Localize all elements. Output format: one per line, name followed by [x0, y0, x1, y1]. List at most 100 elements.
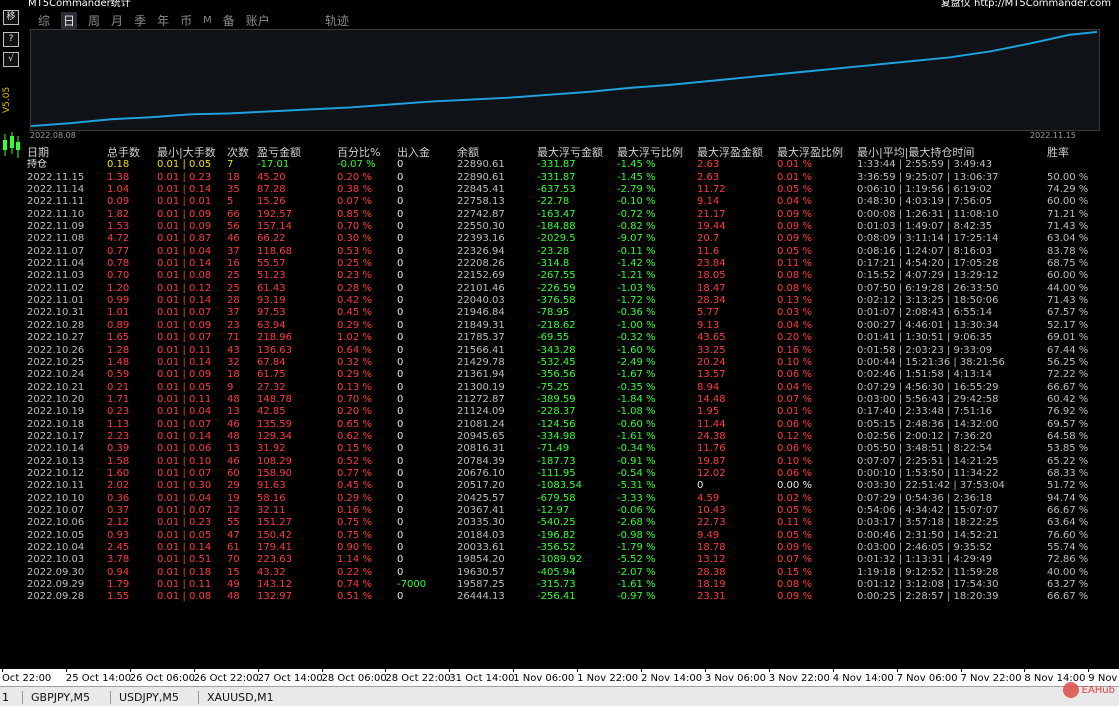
- cell-profit: 157.14: [257, 221, 292, 233]
- tab-overview[interactable]: 综: [38, 12, 50, 29]
- header-profit[interactable]: 盈亏金额: [257, 147, 335, 159]
- header-win-rate[interactable]: 胜率: [1047, 147, 1107, 159]
- header-max-float-loss-ratio[interactable]: 最大浮亏比例: [617, 147, 697, 159]
- header-deposit-withdraw[interactable]: 出入金: [397, 147, 452, 159]
- header-date[interactable]: 日期: [27, 147, 102, 159]
- cell-max-float-profit-ratio: 0.05 %: [777, 245, 812, 257]
- table-row[interactable]: 2022.10.28 0.89 0.01 | 0.09 23 63.94 0.29 % 0 2…: [27, 320, 1119, 332]
- table-row[interactable]: 2022.10.27 1.65 0.01 | 0.07 71 218.96 1.02 % 0…: [27, 332, 1119, 344]
- table-row[interactable]: 2022.10.14 0.39 0.01 | 0.06 13 31.92 0.15 % 0 2…: [27, 443, 1119, 455]
- table-row[interactable]: 2022.10.12 1.60 0.01 | 0.07 60 158.90 0.77 % 0…: [27, 468, 1119, 480]
- cell-profit: 179.41: [257, 542, 292, 553]
- tab-trace[interactable]: 轨迹: [325, 12, 349, 29]
- header-min-max-lots[interactable]: 最小|大手数: [157, 147, 225, 159]
- cell-profit: 31.92: [257, 443, 286, 455]
- cell-max-float-loss-ratio: -1.79 %: [617, 542, 656, 553]
- table-row[interactable]: 2022.10.13 1.58 0.01 | 0.10 46 108.29 0.52 % 0…: [27, 456, 1119, 468]
- table-row[interactable]: 2022.11.14 1.04 0.01 | 0.14 35 87.28 0.38 % 0 2…: [27, 184, 1119, 196]
- tab-note[interactable]: 备: [223, 12, 235, 29]
- time-tick: 1 Nov 22:00: [577, 669, 639, 684]
- cell-hold-time: 0:00:08 | 1:26:31 | 11:08:10: [857, 208, 999, 220]
- table-row[interactable]: 2022.10.20 1.71 0.01 | 0.11 48 148.78 0.70 % 0…: [27, 394, 1119, 406]
- cell-hold-time: 0:07:29 | 4:56:30 | 16:55:29: [857, 381, 999, 393]
- table-row[interactable]: 2022.11.09 1.53 0.01 | 0.09 56 157.14 0.70 % 0…: [27, 221, 1119, 233]
- cell-date: 2022.10.12: [27, 467, 85, 479]
- table-row[interactable]: 2022.11.03 0.70 0.01 | 0.08 25 51.23 0.23 % 0 2…: [27, 270, 1119, 282]
- tab-month[interactable]: 月: [111, 12, 123, 29]
- confirm-button[interactable]: √: [3, 52, 19, 67]
- table-row[interactable]: 2022.09.28 1.55 0.01 | 0.08 48 132.97 0.51 % 0…: [27, 591, 1119, 603]
- cell-win-rate: 63.04 %: [1047, 233, 1089, 245]
- header-total-lots[interactable]: 总手数: [107, 147, 155, 159]
- tab-usdjpy[interactable]: USDJPY,M5: [110, 691, 187, 704]
- symbol-tab-bar: 1 GBPJPY,M5 USDJPY,M5 XAUUSD,M1: [0, 686, 1119, 706]
- table-row[interactable]: 2022.11.08 4.72 0.01 | 0.87 46 66.22 0.30 % 0 2…: [27, 233, 1119, 245]
- cell-min-max-lots: 0.01 | 0.23: [157, 517, 212, 529]
- table-row[interactable]: 2022.10.07 0.37 0.01 | 0.07 12 32.11 0.16 % 0 2…: [27, 505, 1119, 517]
- table-row[interactable]: 2022.09.30 0.94 0.01 | 0.18 15 43.32 0.22 % 0 1…: [27, 567, 1119, 579]
- cell-count: 56: [227, 221, 240, 233]
- tab-year[interactable]: 年: [157, 12, 169, 29]
- header-max-float-profit[interactable]: 最大浮盈金额: [697, 147, 777, 159]
- cell-total-lots: 0.36: [107, 492, 130, 504]
- tab-day[interactable]: 日: [61, 11, 78, 29]
- cell-deposit-withdraw: 0: [397, 418, 404, 430]
- table-row[interactable]: 2022.10.26 1.28 0.01 | 0.11 43 136.63 0.64 % 0…: [27, 345, 1119, 357]
- table-row[interactable]: 2022.10.19 0.23 0.01 | 0.04 13 42.85 0.20 % 0 2…: [27, 406, 1119, 418]
- table-row[interactable]: 2022.10.03 3.78 0.01 | 0.51 70 223.63 1.14 % 0…: [27, 554, 1119, 566]
- cell-max-float-profit-ratio: 0.07 %: [777, 554, 812, 566]
- table-row[interactable]: 2022.10.25 1.48 0.01 | 0.14 32 67.84 0.32 % 0 2…: [27, 357, 1119, 369]
- table-row[interactable]: 2022.10.24 0.59 0.01 | 0.09 18 61.75 0.29 % 0 2…: [27, 369, 1119, 381]
- table-row[interactable]: 2022.10.04 2.45 0.01 | 0.14 61 179.41 0.90 % 0…: [27, 542, 1119, 554]
- cell-hold-time: 0:03:00 | 2:46:05 | 9:35:52: [857, 542, 993, 553]
- table-row[interactable]: 2022.10.17 2.23 0.01 | 0.14 48 129.34 0.62 % 0…: [27, 431, 1119, 443]
- cell-balance: 19854.20: [457, 554, 505, 566]
- tab-gbpjpy[interactable]: GBPJPY,M5: [22, 691, 98, 704]
- cell-total-lots: 1.55: [107, 591, 130, 603]
- table-row[interactable]: 2022.11.15 1.38 0.01 | 0.23 18 45.20 0.20 % 0 2…: [27, 172, 1119, 184]
- table-row[interactable]: 2022.11.04 0.78 0.01 | 0.14 16 55.57 0.25 % 0 2…: [27, 258, 1119, 270]
- cell-max-float-loss-ratio: -1.03 %: [617, 282, 656, 294]
- cell-total-lots: 2.45: [107, 542, 130, 553]
- table-row[interactable]: 2022.10.05 0.93 0.01 | 0.05 47 150.42 0.75 % 0…: [27, 530, 1119, 542]
- table-row[interactable]: 2022.10.21 0.21 0.01 | 0.05 9 27.32 0.13 % 0 21…: [27, 382, 1119, 394]
- table-row[interactable]: 2022.09.29 1.79 0.01 | 0.11 49 143.12 0.74 % -…: [27, 579, 1119, 591]
- table-row[interactable]: 2022.10.06 2.12 0.01 | 0.23 55 151.27 0.75 % 0…: [27, 517, 1119, 529]
- table-row[interactable]: 2022.10.31 1.01 0.01 | 0.07 37 97.53 0.45 % 0 2…: [27, 307, 1119, 319]
- cell-count: 12: [227, 504, 240, 516]
- tab-magic[interactable]: M: [203, 15, 212, 26]
- cell-hold-time: 0:08:09 | 3:11:14 | 17:25:14: [857, 233, 999, 245]
- table-row[interactable]: 2022.11.11 0.09 0.01 | 0.01 5 15.26 0.07 % 0 22…: [27, 196, 1119, 208]
- tab-xauusd[interactable]: XAUUSD,M1: [198, 691, 282, 704]
- table-row[interactable]: 2022.11.01 0.99 0.01 | 0.14 28 93.19 0.42 % 0 2…: [27, 295, 1119, 307]
- cell-max-float-profit-ratio: 0.12 %: [777, 430, 812, 442]
- table-row[interactable]: 2022.10.11 2.02 0.01 | 0.30 29 91.63 0.45 % 0 2…: [27, 480, 1119, 492]
- header-percent[interactable]: 百分比%: [337, 147, 397, 159]
- header-count[interactable]: 次数: [227, 147, 255, 159]
- table-row[interactable]: 2022.11.07 0.77 0.01 | 0.04 37 118.68 0.53 % 0…: [27, 246, 1119, 258]
- table-row[interactable]: 2022.10.10 0.36 0.01 | 0.04 19 58.16 0.29 % 0 2…: [27, 493, 1119, 505]
- cell-profit: 61.43: [257, 282, 286, 294]
- header-max-float-profit-ratio[interactable]: 最大浮盈比例: [777, 147, 857, 159]
- table-row[interactable]: 2022.10.18 1.13 0.01 | 0.07 46 135.59 0.65 % 0…: [27, 419, 1119, 431]
- cell-percent: 0.20 %: [337, 406, 372, 418]
- cell-max-float-profit-ratio: 0.08 %: [777, 282, 812, 294]
- tab-currency[interactable]: 币: [180, 12, 192, 29]
- move-button[interactable]: 移: [3, 10, 19, 25]
- tab-account[interactable]: 账户: [246, 12, 270, 29]
- cell-total-lots: 1.48: [107, 356, 130, 368]
- tab-week[interactable]: 周: [88, 12, 100, 29]
- header-max-float-loss[interactable]: 最大浮亏金额: [537, 147, 617, 159]
- cell-hold-time: 0:15:52 | 4:07:29 | 13:29:12: [857, 270, 999, 282]
- header-balance[interactable]: 余额: [457, 147, 537, 159]
- summary-total-lots: 0.18: [107, 159, 130, 171]
- cell-count: 28: [227, 295, 240, 307]
- cell-deposit-withdraw: 0: [397, 591, 404, 603]
- help-button[interactable]: ?: [3, 32, 19, 47]
- cell-max-float-profit-ratio: 0.06 %: [777, 418, 812, 430]
- table-row[interactable]: 2022.11.10 1.82 0.01 | 0.09 66 192.57 0.85 % 0…: [27, 209, 1119, 221]
- header-hold-time[interactable]: 最小|平均|最大持仓时间: [857, 147, 1047, 159]
- tab-quarter[interactable]: 季: [134, 12, 146, 29]
- table-row[interactable]: 2022.11.02 1.20 0.01 | 0.12 25 61.43 0.28 % 0 2…: [27, 283, 1119, 295]
- cell-max-float-loss: -376.58: [537, 295, 576, 307]
